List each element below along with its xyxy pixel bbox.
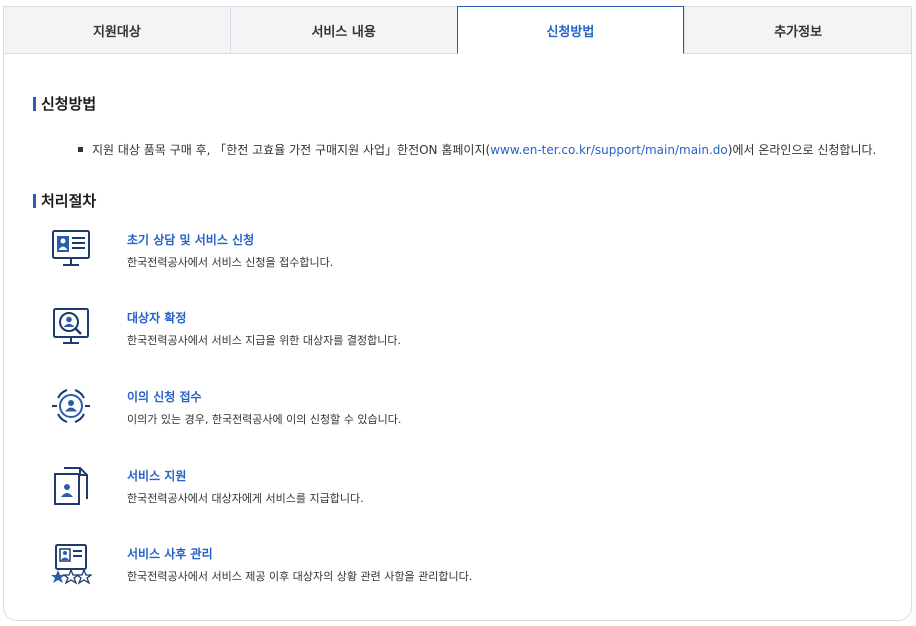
profile-rating-icon [51, 544, 92, 585]
monitor-search-user-icon [53, 308, 89, 344]
step-description: 이의가 있는 경우, 한국전력공사에 이의 신청할 수 있습니다. [127, 413, 402, 426]
step-description: 한국전력공사에서 서비스 제공 이후 대상자의 상황 관련 사항을 관리합니다. [127, 570, 473, 583]
process-step: 서비스 지원 한국전력공사에서 대상자에게 서비스를 지급합니다. [50, 465, 830, 515]
monitor-profile-icon [52, 230, 90, 266]
tab-additional-info[interactable]: 추가정보 [684, 6, 912, 54]
apply-text-before: 지원 대상 품목 구매 후, 「한전 고효율 가전 구매지원 사업」한전ON 홈… [92, 143, 491, 157]
step-title: 대상자 확정 [127, 311, 187, 325]
target-user-icon [52, 389, 90, 423]
apply-section-title: 신청방법 [33, 95, 96, 113]
process-section-title: 처리절차 [33, 192, 96, 210]
step-title: 이의 신청 접수 [127, 390, 202, 404]
apply-instruction: 지원 대상 품목 구매 후, 「한전 고효율 가전 구매지원 사업」한전ON 홈… [78, 142, 876, 158]
bullet-icon [78, 147, 83, 152]
process-step: 대상자 확정 한국전력공사에서 서비스 지급을 위한 대상자를 결정합니다. [50, 307, 830, 357]
tab-service-content[interactable]: 서비스 내용 [229, 6, 457, 54]
apply-text-after: )에서 온라인으로 신청합니다. [727, 143, 877, 157]
tab-how-to-apply[interactable]: 신청방법 [456, 6, 685, 54]
tab-bar: 지원대상 서비스 내용 신청방법 추가정보 [3, 6, 912, 54]
step-title: 초기 상담 및 서비스 신청 [127, 233, 255, 247]
process-step: 이의 신청 접수 이의가 있는 경우, 한국전력공사에 이의 신청할 수 있습니… [50, 386, 830, 436]
step-description: 한국전력공사에서 대상자에게 서비스를 지급합니다. [127, 492, 364, 505]
step-title: 서비스 지원 [127, 469, 187, 483]
tab-eligibility[interactable]: 지원대상 [3, 6, 230, 54]
process-step: 서비스 사후 관리 한국전력공사에서 서비스 제공 이후 대상자의 상황 관련 … [50, 543, 830, 593]
step-title: 서비스 사후 관리 [127, 547, 213, 561]
document-user-icon [54, 467, 88, 505]
process-step: 초기 상담 및 서비스 신청 한국전력공사에서 서비스 신청을 접수합니다. [50, 229, 830, 279]
step-description: 한국전력공사에서 서비스 신청을 접수합니다. [127, 256, 334, 269]
step-description: 한국전력공사에서 서비스 지급을 위한 대상자를 결정합니다. [127, 334, 401, 347]
apply-link[interactable]: www.en-ter.co.kr/support/main/main.do [490, 143, 728, 157]
